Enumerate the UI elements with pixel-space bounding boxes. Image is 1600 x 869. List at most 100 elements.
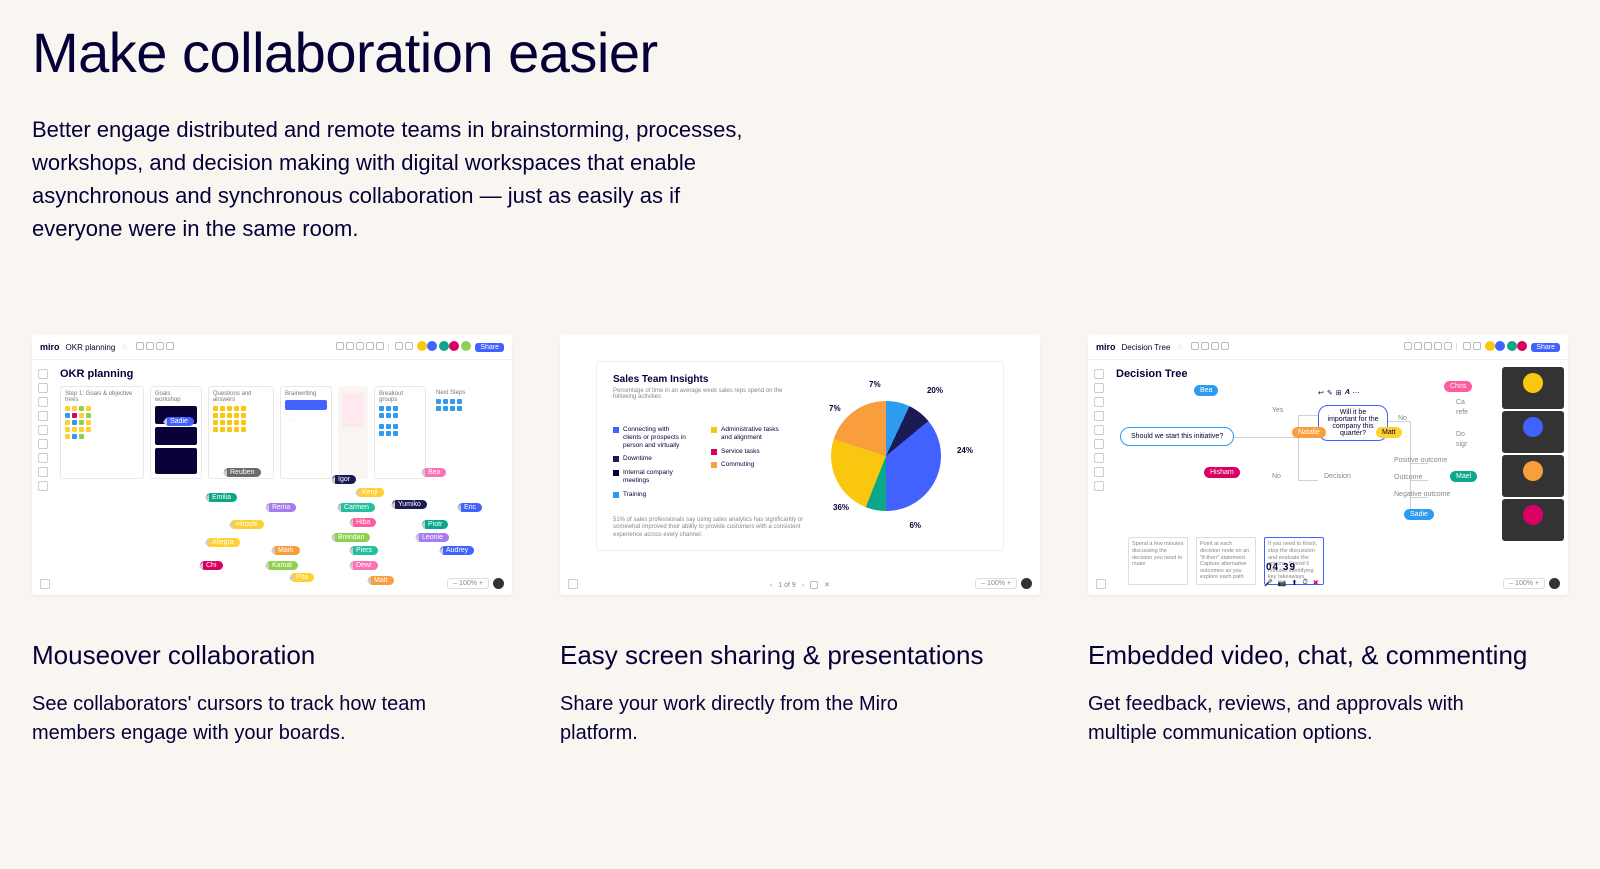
minimap-icon[interactable] xyxy=(568,579,578,589)
legend-item: Training xyxy=(613,491,687,499)
more-tool-icon[interactable] xyxy=(38,481,48,491)
legend-swatch xyxy=(711,462,717,468)
outcome-label-ca: Ca xyxy=(1456,399,1465,406)
pen-tool-icon[interactable] xyxy=(38,439,48,449)
slide-title: Sales Team Insights xyxy=(613,374,785,385)
collaborator-cursor: Kenji xyxy=(356,488,384,497)
board-name: Decision Tree xyxy=(1122,343,1171,352)
pie-label: 36% xyxy=(833,503,849,512)
legend-text: Service tasks xyxy=(721,448,760,456)
timer[interactable]: 04 39 xyxy=(1266,562,1296,573)
line-tool-icon[interactable] xyxy=(38,425,48,435)
shape-tool-icon[interactable] xyxy=(38,411,48,421)
pie-label: 24% xyxy=(957,446,973,455)
pie-label: 7% xyxy=(869,380,881,389)
collaborator-cursor: Brendan xyxy=(332,533,370,542)
outcome-label: Positive outcome xyxy=(1394,457,1447,464)
collaborator-cursor: Piers xyxy=(350,546,378,555)
zoom-level[interactable]: – 100% + xyxy=(447,578,489,589)
board-topbar: miro Decision Tree ☆ | Share xyxy=(1088,335,1568,360)
frame-tool-icon[interactable] xyxy=(38,467,48,477)
feature-cards: miro OKR planning ☆ | Share xyxy=(32,335,1568,748)
board-view-icons[interactable] xyxy=(1402,342,1452,352)
minimap-icon[interactable] xyxy=(40,579,50,589)
edge-label: Yes xyxy=(1272,407,1283,414)
pie-label: 7% xyxy=(829,404,841,413)
board-name: OKR planning xyxy=(66,343,116,352)
comment-tool-icon[interactable] xyxy=(38,453,48,463)
legend-swatch xyxy=(711,427,717,433)
video-tile[interactable] xyxy=(1502,411,1564,453)
collaborator-cursor: Bea xyxy=(422,468,446,477)
card-title: Easy screen sharing & presentations xyxy=(560,639,1040,672)
outcome-label: Negative outcome xyxy=(1394,491,1450,498)
chart-legend: Connecting with clients or prospects in … xyxy=(613,426,785,505)
cursor-tool-icon[interactable] xyxy=(38,369,48,379)
section-title: Make collaboration easier xyxy=(32,0,1568,85)
legend-item: Downtime xyxy=(613,455,687,463)
cursor-pill: Matt xyxy=(1376,427,1402,438)
column-title: Questions and answers xyxy=(213,391,269,403)
root-node[interactable]: Should we start this initiative? xyxy=(1120,427,1234,446)
home-icon[interactable] xyxy=(1549,578,1560,589)
timer-icon[interactable]: ⏱ xyxy=(1302,579,1307,587)
outcome-label-sigr: sigr xyxy=(1456,441,1467,448)
collaborator-cursor: Leonie xyxy=(416,533,449,542)
board-extra-icons[interactable] xyxy=(393,342,413,352)
board-topbar: miro OKR planning ☆ | Share xyxy=(32,335,512,360)
board-tool-icons[interactable] xyxy=(1189,342,1229,352)
miro-logo: miro xyxy=(1096,342,1116,352)
fullscreen-icon[interactable] xyxy=(810,581,818,589)
av-controls[interactable]: 🎤 📷 ⬆ ⏱ ✖ xyxy=(1264,579,1319,587)
section-subtitle: Better engage distributed and remote tea… xyxy=(32,113,752,245)
presence-avatars[interactable] xyxy=(417,341,471,353)
tool-sidebar[interactable] xyxy=(38,369,48,491)
presence-avatars[interactable] xyxy=(1485,341,1527,353)
feature-card-mouseover: miro OKR planning ☆ | Share xyxy=(32,335,512,748)
tool-sidebar[interactable] xyxy=(1094,369,1104,491)
home-icon[interactable] xyxy=(493,578,504,589)
board-tool-icons[interactable] xyxy=(134,342,174,352)
text-tool-icon[interactable] xyxy=(38,383,48,393)
sticky-tool-icon[interactable] xyxy=(38,397,48,407)
collaborator-cursors: ReubenIgorBeaEmiliaKenjiReinaCarmenYumik… xyxy=(182,465,482,591)
next-slide-icon[interactable]: › xyxy=(802,582,804,589)
board-star-icon[interactable]: ☆ xyxy=(121,343,127,351)
board-view-icons[interactable] xyxy=(334,342,384,352)
pie-chart: 7% 7% 36% 6% 24% 20% xyxy=(785,374,987,538)
minimap-icon[interactable] xyxy=(1096,579,1106,589)
thumbnail-presentation: Sales Team Insights Percentage of time i… xyxy=(560,335,1040,595)
node-toolbar[interactable]: ↩✎⊞𝑨⋯ xyxy=(1318,389,1360,397)
collaborator-cursor: Reina xyxy=(266,503,296,512)
video-call-stack[interactable] xyxy=(1502,367,1564,541)
home-icon[interactable] xyxy=(1021,578,1032,589)
legend-text: Connecting with clients or prospects in … xyxy=(623,426,687,449)
mic-icon[interactable]: 🎤 xyxy=(1264,579,1273,587)
edge-label: Decision xyxy=(1324,473,1351,480)
collaborator-cursor: Chi xyxy=(200,561,223,570)
board-extra-icons[interactable] xyxy=(1461,342,1481,352)
share-icon[interactable]: ⬆ xyxy=(1291,579,1297,587)
video-tile[interactable] xyxy=(1502,455,1564,497)
prev-slide-icon[interactable]: ‹ xyxy=(770,582,772,589)
column-title: Next Steps xyxy=(436,390,480,396)
zoom-controls[interactable]: – 100% + xyxy=(447,578,504,589)
slide-pager: 1 of 9 xyxy=(778,582,796,589)
zoom-controls[interactable]: – 100% + xyxy=(975,578,1032,589)
video-tile[interactable] xyxy=(1502,367,1564,409)
legend-swatch xyxy=(613,427,619,433)
zoom-controls[interactable]: – 100% + xyxy=(1503,578,1560,589)
board-star-icon[interactable]: ☆ xyxy=(1176,343,1182,351)
collaborator-cursor: Pita xyxy=(290,573,314,582)
presentation-controls[interactable]: ‹ 1 of 9 › ✕ xyxy=(770,581,830,589)
video-tile[interactable] xyxy=(1502,499,1564,541)
legend-text: Training xyxy=(623,491,646,499)
share-button[interactable]: Share xyxy=(475,343,504,352)
share-button[interactable]: Share xyxy=(1531,343,1560,352)
leave-icon[interactable]: ✖ xyxy=(1313,579,1319,587)
cam-icon[interactable]: 📷 xyxy=(1278,579,1287,587)
exit-present-icon[interactable]: ✕ xyxy=(824,581,830,589)
edge-label: No xyxy=(1272,473,1281,480)
collaborator-cursor: Allegra xyxy=(206,538,240,547)
legend-item: Internal company meetings xyxy=(613,469,687,485)
